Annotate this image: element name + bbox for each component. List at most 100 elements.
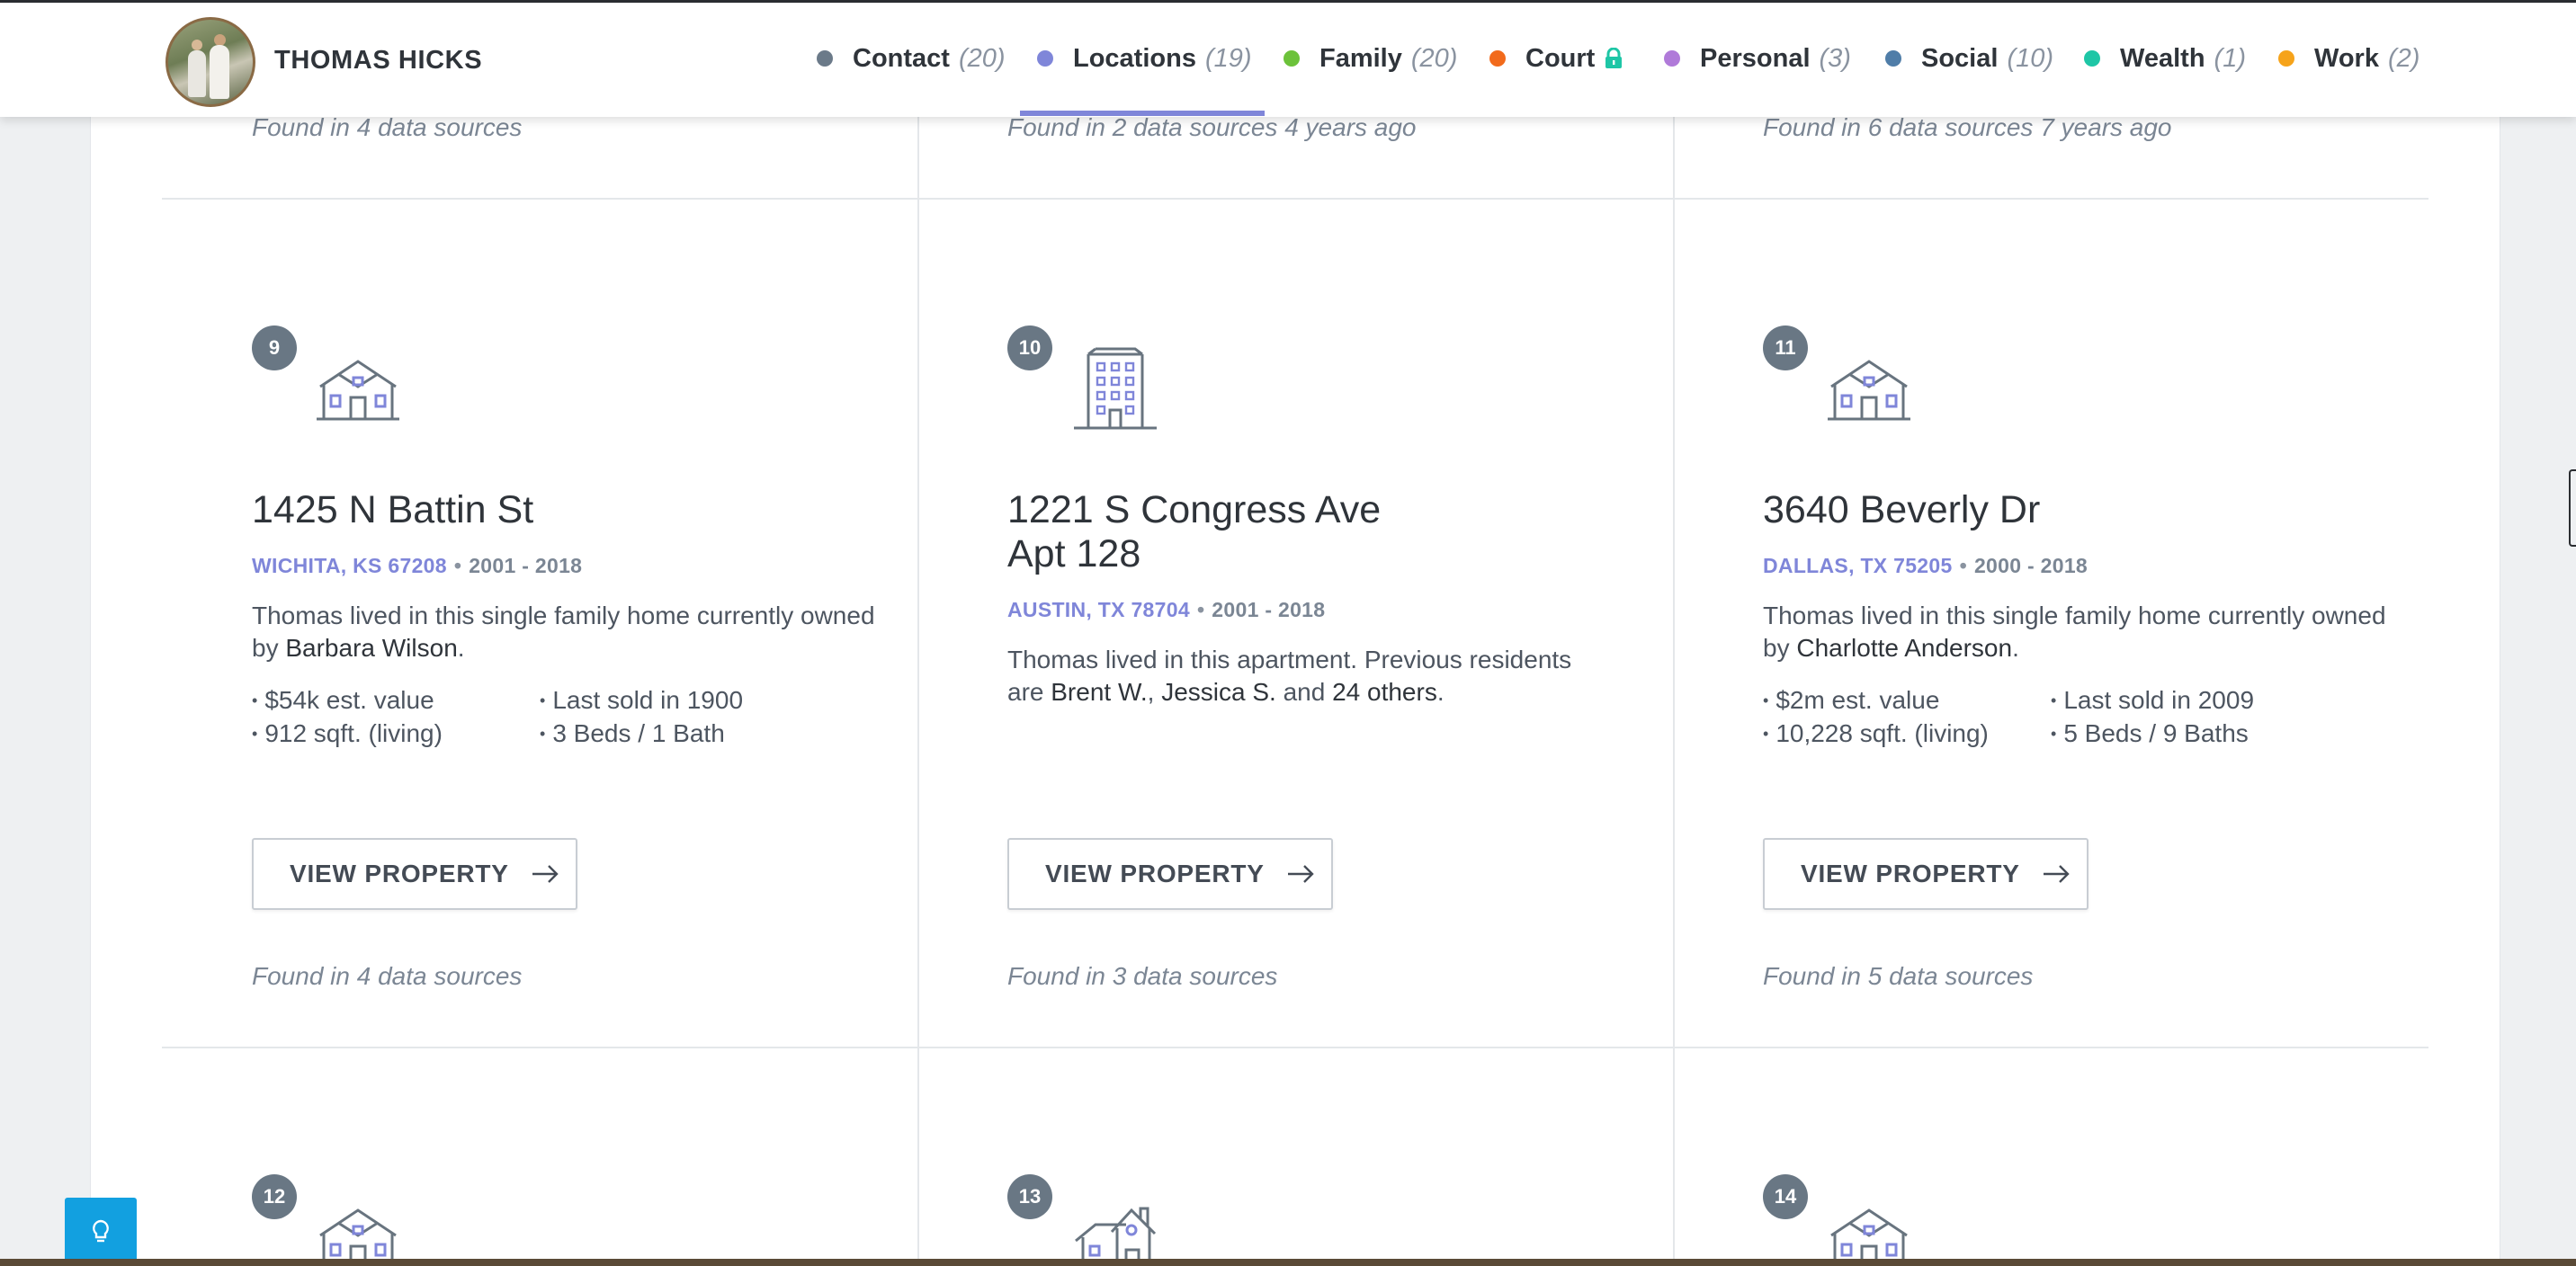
status-dot-icon — [1037, 50, 1053, 67]
column-divider — [917, 108, 919, 198]
apartment-building-icon — [1074, 347, 1157, 430]
view-property-button[interactable]: VIEW PROPERTY — [252, 838, 577, 910]
tab-count: (20) — [1410, 43, 1458, 73]
fact-last-sold: Last sold in 1900 — [540, 683, 743, 720]
address-title: 3640 Beverly Dr — [1763, 488, 2040, 532]
tab-label: Social — [1921, 43, 1999, 73]
description-joiner: and — [1275, 678, 1333, 706]
location-number-badge: 11 — [1763, 325, 1808, 370]
description-joiner: , — [1147, 678, 1162, 706]
tab-court[interactable]: Court — [1489, 40, 1623, 76]
tab-count: (20) — [958, 43, 1006, 73]
house-icon — [1830, 1208, 1908, 1266]
tab-count: (3) — [1819, 43, 1851, 73]
scrollbar-handle[interactable] — [2569, 469, 2576, 547]
city-link[interactable]: AUSTIN, TX 78704 — [1007, 598, 1190, 621]
location-meta: WICHITA, KS 67208 • 2001 - 2018 — [252, 554, 582, 578]
tab-locations[interactable]: Locations (19) — [1037, 40, 1252, 76]
tab-contact[interactable]: Contact (20) — [817, 40, 1006, 76]
residence-years: 2001 - 2018 — [1212, 598, 1326, 621]
tab-count: (10) — [2007, 43, 2054, 73]
description-suffix: . — [457, 634, 465, 662]
found-sources-caption: Found in 4 data sources — [252, 113, 523, 141]
address-line-1: 1221 S Congress Ave — [1007, 488, 1382, 531]
location-description: Thomas lived in this single family home … — [1763, 600, 2411, 664]
location-number-badge: 9 — [252, 325, 297, 370]
city-link[interactable]: WICHITA, KS 67208 — [252, 554, 447, 577]
found-sources-caption: Found in 5 data sources — [1763, 962, 2034, 990]
tab-work[interactable]: Work (2) — [2278, 40, 2419, 76]
view-property-button[interactable]: VIEW PROPERTY — [1763, 838, 2089, 910]
owner-link[interactable]: Charlotte Anderson — [1796, 634, 2012, 662]
tab-personal[interactable]: Personal (3) — [1664, 40, 1851, 76]
description-suffix: . — [1436, 678, 1445, 706]
tab-label: Wealth — [2120, 43, 2205, 73]
view-property-label: VIEW PROPERTY — [1045, 860, 1265, 887]
resident-link[interactable]: Brent W. — [1051, 678, 1147, 706]
person-name: THOMAS HICKS — [274, 46, 483, 75]
tab-family[interactable]: Family (20) — [1284, 40, 1457, 76]
found-sources-caption: Found in 4 data sources — [252, 962, 523, 990]
tab-count: (2) — [2387, 43, 2420, 73]
location-meta: DALLAS, TX 75205 • 2000 - 2018 — [1763, 554, 2088, 578]
location-number-badge: 10 — [1007, 325, 1052, 370]
tab-label: Work — [2314, 43, 2379, 73]
tab-label: Locations — [1073, 43, 1196, 73]
meta-separator: • — [1959, 554, 1967, 577]
tab-social[interactable]: Social (10) — [1885, 40, 2053, 76]
house-icon — [319, 1208, 397, 1266]
fact-beds-baths: 5 Beds / 9 Baths — [2051, 717, 2248, 753]
tab-label: Family — [1319, 43, 1402, 73]
address-line-1: 3640 Beverly Dr — [1763, 488, 2041, 531]
owner-link[interactable]: Barbara Wilson — [285, 634, 457, 662]
status-dot-icon — [1489, 50, 1506, 67]
tab-label: Court — [1525, 43, 1596, 73]
fact-est-value: $2m est. value — [1763, 683, 1939, 720]
status-dot-icon — [1885, 50, 1901, 67]
tab-count: (1) — [2214, 43, 2246, 73]
column-divider — [1673, 1048, 1675, 1266]
column-divider — [1673, 108, 1675, 198]
profile-header-bar: THOMAS HICKS Contact (20) Locations (19)… — [0, 0, 2576, 117]
residence-years: 2001 - 2018 — [469, 554, 583, 577]
fact-sqft: 912 sqft. (living) — [252, 717, 443, 753]
column-divider — [917, 199, 919, 1048]
tab-label: Personal — [1700, 43, 1811, 73]
lightbulb-icon — [93, 1219, 109, 1243]
fact-beds-baths: 3 Beds / 1 Bath — [540, 717, 724, 753]
resident-link[interactable]: Jessica S. — [1161, 678, 1276, 706]
tab-count: (19) — [1204, 43, 1252, 73]
avatar[interactable] — [165, 17, 255, 107]
fact-last-sold: Last sold in 2009 — [2051, 683, 2254, 720]
status-dot-icon — [1664, 50, 1680, 67]
address-line-1: 1425 N Battin St — [252, 488, 534, 531]
active-tab-underline — [1020, 111, 1265, 116]
fact-sqft: 10,228 sqft. (living) — [1763, 717, 1989, 753]
cottage-icon — [1075, 1207, 1157, 1266]
location-description: Thomas lived in this apartment. Previous… — [1007, 644, 1601, 709]
row-divider — [162, 198, 2428, 200]
column-divider — [1673, 199, 1675, 1048]
location-number-badge: 14 — [1763, 1174, 1808, 1219]
arrow-right-icon — [1287, 865, 1314, 883]
description-suffix: . — [2012, 634, 2019, 662]
location-meta: AUSTIN, TX 78704 • 2001 - 2018 — [1007, 598, 1325, 622]
location-number-badge: 13 — [1007, 1174, 1052, 1219]
tab-wealth[interactable]: Wealth (1) — [2084, 40, 2246, 76]
fact-est-value: $54k est. value — [252, 683, 434, 720]
city-link[interactable]: DALLAS, TX 75205 — [1763, 554, 1953, 577]
tab-label: Contact — [853, 43, 950, 73]
view-property-label: VIEW PROPERTY — [1801, 860, 2020, 887]
lock-icon — [1606, 48, 1623, 68]
view-property-button[interactable]: VIEW PROPERTY — [1007, 838, 1333, 910]
meta-separator: • — [453, 554, 462, 577]
status-dot-icon — [2084, 50, 2100, 67]
location-description: Thomas lived in this single family home … — [252, 600, 899, 664]
help-tips-button[interactable] — [65, 1198, 137, 1266]
status-dot-icon — [1284, 50, 1300, 67]
other-residents-link[interactable]: 24 others — [1332, 678, 1437, 706]
arrow-right-icon — [532, 865, 559, 883]
status-dot-icon — [2278, 50, 2294, 67]
address-line-2: Apt 128 — [1007, 532, 1141, 575]
house-icon — [317, 360, 399, 421]
